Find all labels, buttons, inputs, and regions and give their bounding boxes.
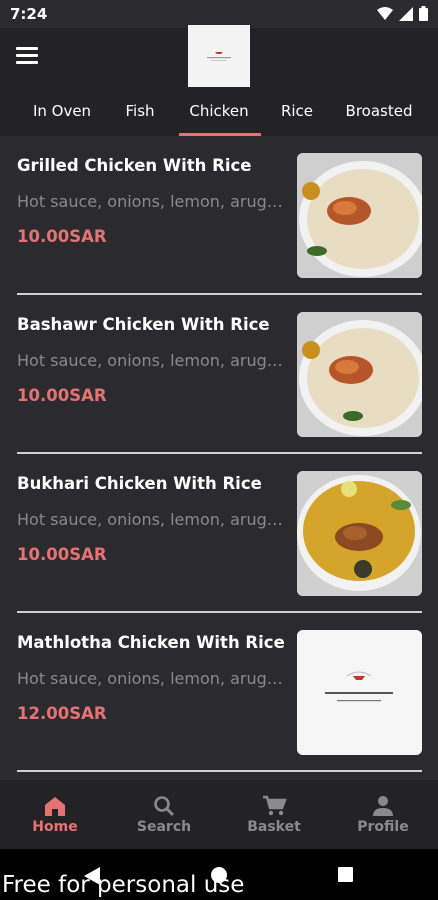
profile-icon [373,796,393,816]
status-bar: 7:24 [0,0,438,28]
nav-profile[interactable]: Profile [328,780,438,849]
cart-icon [263,795,287,816]
nav-search[interactable]: Search [109,780,219,849]
nav-home-label: Home [32,819,78,835]
item-price: 10.00SAR [17,545,107,564]
menu-icon[interactable] [16,47,38,65]
item-name: Bukhari Chicken With Rice [17,474,262,493]
item-image [297,312,422,437]
tab-fish[interactable]: Fish [125,102,154,120]
watermark-text: Free for personal use [2,872,245,898]
item-name: Bashawr Chicken With Rice [17,315,270,334]
search-icon [154,796,175,817]
tab-rice[interactable]: Rice [281,102,313,120]
item-image [297,153,422,278]
menu-item[interactable]: Mathlotha Chicken With Rice Hot sauce, o… [0,613,438,772]
app-screen: 7:24 In Oven Fish Chicken Rice Broasted [0,0,438,849]
tab-chicken[interactable]: Chicken [189,102,248,120]
restaurant-logo [188,25,250,87]
item-description: Hot sauce, onions, lemon, arugula [17,351,287,370]
nav-basket-label: Basket [247,819,301,835]
wifi-icon [377,6,393,20]
recents-icon[interactable] [338,867,353,882]
item-price: 12.00SAR [17,704,107,723]
nav-basket[interactable]: Basket [219,780,329,849]
tab-in-oven[interactable]: In Oven [33,102,91,120]
app-header: In Oven Fish Chicken Rice Broasted [0,25,438,136]
menu-item[interactable]: Bashawr Chicken With Rice Hot sauce, oni… [0,295,438,454]
item-image-placeholder-logo [297,630,422,755]
nav-profile-label: Profile [357,819,409,835]
status-time: 7:24 [10,5,48,23]
item-price: 10.00SAR [17,386,107,405]
battery-icon [419,6,428,21]
item-price: 10.00SAR [17,227,107,246]
item-name: Mathlotha Chicken With Rice [17,633,285,652]
item-image [297,471,422,596]
item-description: Hot sauce, onions, lemon, arugula [17,192,287,211]
home-icon [45,797,65,816]
signal-icon [399,6,413,21]
nav-search-label: Search [136,819,192,835]
item-description: Hot sauce, onions, lemon, arugula [17,510,287,529]
menu-item[interactable]: Grilled Chicken With Rice Hot sauce, oni… [0,136,438,295]
menu-item[interactable]: Bukhari Chicken With Rice Hot sauce, oni… [0,454,438,613]
item-name: Grilled Chicken With Rice [17,156,252,175]
category-tabs: In Oven Fish Chicken Rice Broasted [0,96,438,136]
nav-home[interactable]: Home [0,780,110,849]
tab-broasted[interactable]: Broasted [346,102,413,120]
item-divider [17,770,422,772]
bottom-navigation: Home Search Basket Profile [0,780,438,849]
item-description: Hot sauce, onions, lemon, arugula [17,669,287,688]
status-icons [377,6,428,21]
